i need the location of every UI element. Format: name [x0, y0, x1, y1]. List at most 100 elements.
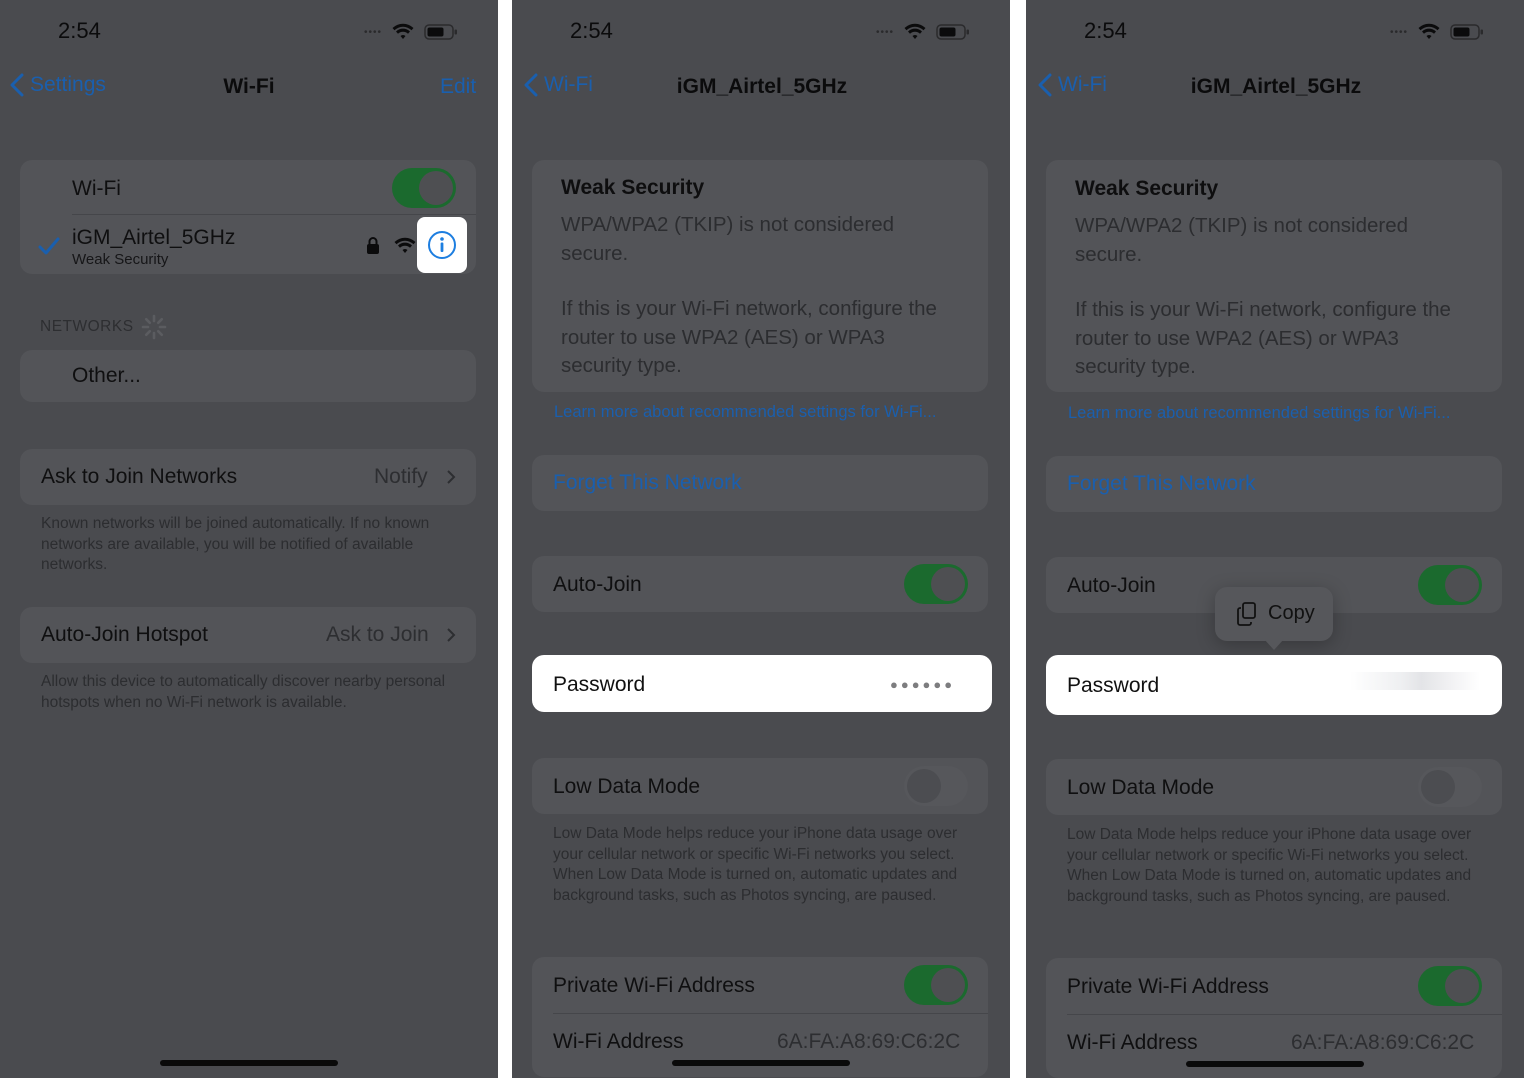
- divider: [72, 214, 476, 215]
- private-address-label: Private Wi-Fi Address: [553, 974, 755, 997]
- status-time: 2:54: [58, 18, 101, 43]
- weak-security-title: Weak Security: [1075, 177, 1219, 200]
- hotspot-footer: Allow this device to automatically disco…: [41, 673, 446, 711]
- battery-icon: [424, 24, 458, 40]
- battery-icon: [1450, 24, 1484, 40]
- wifi-strength-icon: [394, 237, 416, 253]
- status-icons: ••••: [876, 22, 970, 42]
- copy-label: Copy: [1268, 602, 1315, 624]
- info-button[interactable]: [417, 217, 467, 273]
- wifi-icon: [904, 23, 926, 39]
- back-label: Settings: [30, 73, 106, 96]
- chevron-right-icon: [447, 470, 456, 484]
- back-button[interactable]: Wi-Fi: [1038, 73, 1107, 97]
- status-icons: ••••: [1390, 22, 1484, 42]
- auto-join-label: Auto-Join: [1067, 574, 1156, 597]
- wifi-address-value: 6A:FA:A8:69:C6:2C: [1291, 1031, 1475, 1054]
- ask-join-footer: Known networks will be joined automatica…: [41, 515, 430, 573]
- wifi-address-value: 6A:FA:A8:69:C6:2C: [777, 1030, 961, 1053]
- low-data-footer: Low Data Mode helps reduce your iPhone d…: [1067, 826, 1472, 905]
- password-label: Password: [553, 673, 646, 696]
- back-label: Wi-Fi: [1058, 73, 1107, 96]
- status-time: 2:54: [570, 18, 613, 43]
- ask-join-value: Notify: [374, 465, 428, 488]
- learn-more-link[interactable]: Learn more about recommended settings fo…: [554, 403, 936, 422]
- toggle-knob: [907, 769, 941, 803]
- weak-security-title: Weak Security: [561, 176, 705, 199]
- page-title: Wi-Fi: [223, 75, 275, 98]
- auto-join-label: Auto-Join: [553, 573, 642, 596]
- weak-security-text-1: WPA/WPA2 (TKIP) is not considered secure…: [1075, 214, 1409, 266]
- toggle-knob: [931, 968, 965, 1002]
- lock-icon: [367, 237, 379, 254]
- back-chevron-icon: [524, 73, 538, 97]
- signal-dots-icon: ••••: [364, 26, 383, 38]
- home-indicator[interactable]: [672, 1060, 850, 1066]
- back-chevron-icon: [10, 73, 24, 97]
- low-data-label: Low Data Mode: [553, 775, 701, 798]
- low-data-label: Low Data Mode: [1067, 776, 1215, 799]
- weak-security-text-2: If this is your Wi-Fi network, configure…: [561, 297, 937, 377]
- private-address-toggle[interactable]: [1418, 966, 1482, 1006]
- wifi-address-label: Wi-Fi Address: [553, 1030, 684, 1053]
- private-address-toggle[interactable]: [904, 965, 968, 1005]
- status-time: 2:54: [1084, 18, 1127, 43]
- spinner-icon: [141, 314, 167, 340]
- signal-dots-icon: ••••: [1390, 26, 1409, 38]
- back-chevron-icon: [1038, 73, 1052, 97]
- checkmark-icon: [38, 237, 60, 255]
- signal-dots-icon: ••••: [876, 26, 895, 38]
- networks-header: NETWORKS: [40, 318, 134, 335]
- phone-screen-wifi-list: 2:54 •••• Settings Wi-Fi Edit Wi-Fi iGM_…: [0, 0, 498, 1078]
- ask-join-label: Ask to Join Networks: [41, 465, 238, 488]
- copy-menu-arrow: [1264, 639, 1284, 650]
- hotspot-label: Auto-Join Hotspot: [41, 623, 208, 646]
- battery-icon: [936, 24, 970, 40]
- forget-network-label: Forget This Network: [1067, 472, 1256, 495]
- home-indicator[interactable]: [160, 1060, 338, 1066]
- weak-security-text-2: If this is your Wi-Fi network, configure…: [1075, 298, 1451, 378]
- wifi-label: Wi-Fi: [72, 177, 121, 200]
- back-button[interactable]: Settings: [10, 73, 106, 97]
- wifi-icon: [1418, 23, 1440, 39]
- wifi-icon: [392, 23, 414, 39]
- low-data-toggle[interactable]: [904, 766, 968, 806]
- password-revealed-redacted: [1350, 672, 1480, 690]
- password-label: Password: [1067, 674, 1160, 697]
- phone-screen-copy-password: 2:54 •••• Wi-Fi iGM_Airtel_5GHz Weak Sec…: [1026, 0, 1524, 1078]
- chevron-right-icon: [447, 628, 456, 642]
- password-dots: ●●●●●●: [890, 677, 956, 692]
- info-icon: [428, 231, 456, 259]
- home-indicator[interactable]: [1186, 1061, 1364, 1067]
- toggle-knob: [1421, 770, 1455, 804]
- page-title: iGM_Airtel_5GHz: [676, 75, 848, 98]
- wifi-toggle[interactable]: [392, 168, 456, 208]
- learn-more-link[interactable]: Learn more about recommended settings fo…: [1068, 404, 1450, 423]
- other-label: Other...: [72, 364, 141, 387]
- forget-network-label: Forget This Network: [553, 471, 742, 494]
- network-security-label: Weak Security: [72, 251, 169, 268]
- toggle-knob: [1445, 568, 1479, 602]
- low-data-toggle[interactable]: [1418, 767, 1482, 807]
- status-icons: ••••: [364, 22, 458, 42]
- back-button[interactable]: Wi-Fi: [524, 73, 593, 97]
- low-data-footer: Low Data Mode helps reduce your iPhone d…: [553, 825, 958, 904]
- toggle-knob: [931, 567, 965, 601]
- private-address-label: Private Wi-Fi Address: [1067, 975, 1269, 998]
- toggle-knob: [419, 171, 453, 205]
- divider: [553, 1013, 988, 1014]
- auto-join-toggle[interactable]: [904, 564, 968, 604]
- page-title: iGM_Airtel_5GHz: [1190, 75, 1362, 98]
- back-label: Wi-Fi: [544, 73, 593, 96]
- copy-icon: [1237, 602, 1256, 626]
- divider: [1067, 1014, 1502, 1015]
- hotspot-value: Ask to Join: [326, 623, 429, 646]
- copy-menu-button[interactable]: Copy: [1215, 587, 1333, 641]
- phone-screen-network-detail: 2:54 •••• Wi-Fi iGM_Airtel_5GHz Weak Sec…: [512, 0, 1010, 1078]
- edit-button[interactable]: Edit: [440, 75, 476, 99]
- auto-join-toggle[interactable]: [1418, 565, 1482, 605]
- weak-security-text-1: WPA/WPA2 (TKIP) is not considered secure…: [561, 213, 895, 265]
- toggle-knob: [1445, 969, 1479, 1003]
- network-name[interactable]: iGM_Airtel_5GHz: [72, 226, 235, 250]
- wifi-address-label: Wi-Fi Address: [1067, 1031, 1198, 1054]
